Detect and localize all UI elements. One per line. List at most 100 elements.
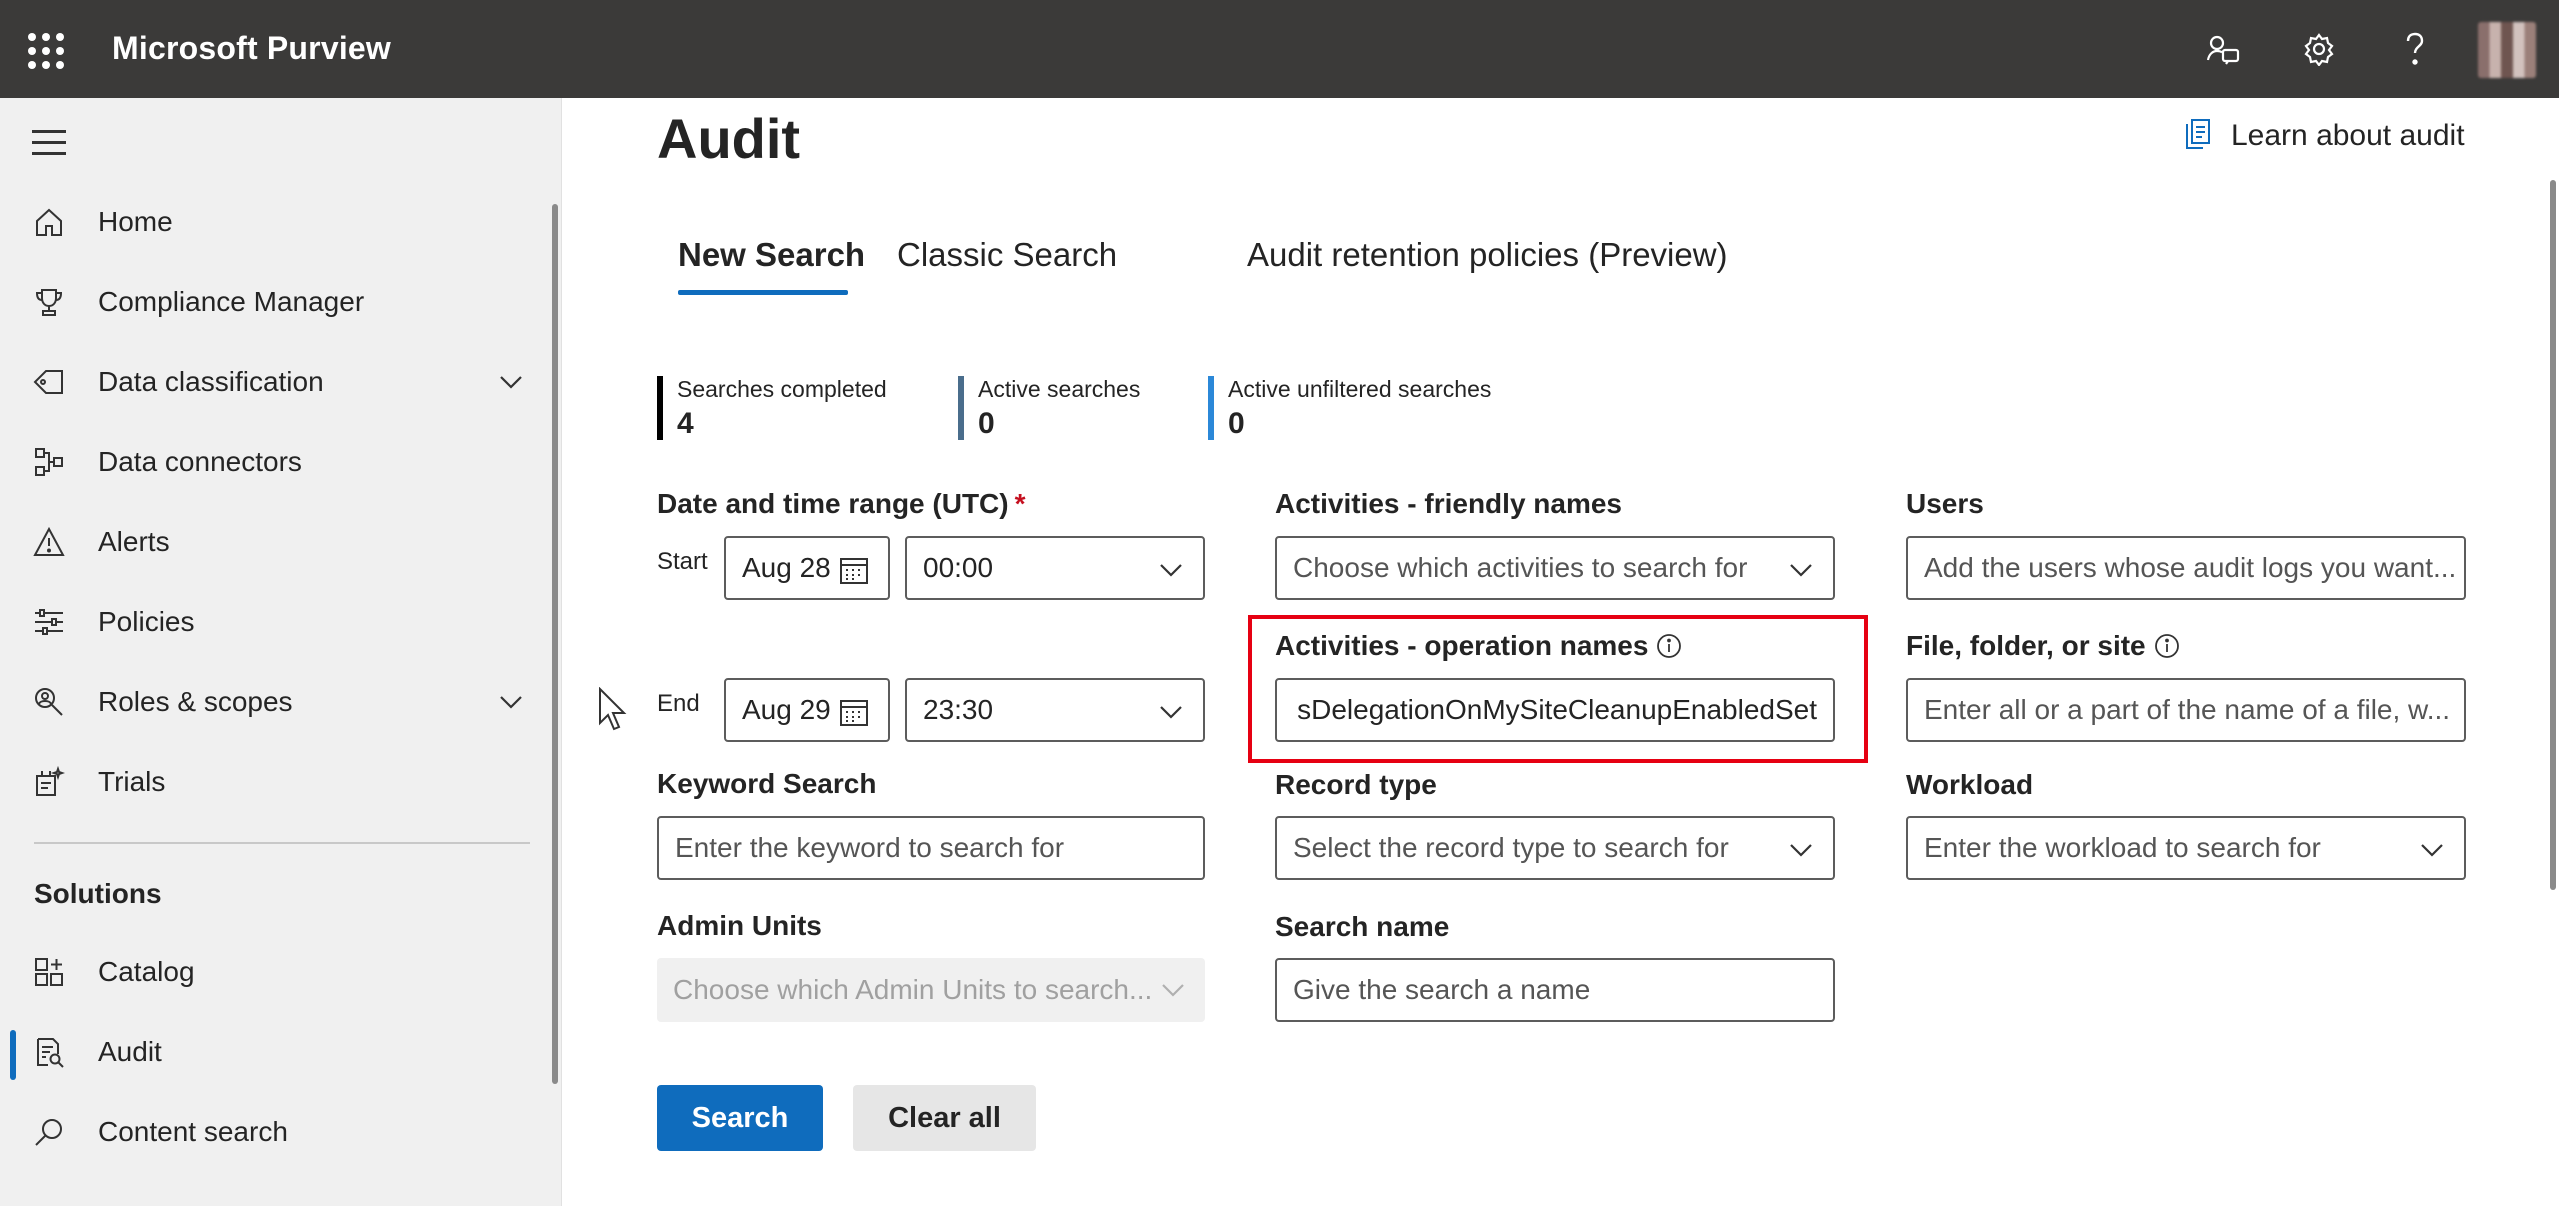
sidebar-item-label: Data classification — [98, 366, 324, 397]
end-time-value: 23:30 — [923, 694, 994, 725]
end-time-dropdown[interactable]: 23:30 — [905, 678, 1205, 742]
sidebar-item-content-search[interactable]: Content search — [0, 1096, 540, 1168]
clear-all-button[interactable]: Clear all — [853, 1085, 1036, 1151]
record-type-dropdown[interactable]: Select the record type to search for — [1275, 816, 1835, 880]
stat-searches-completed: Searches completed 4 — [657, 376, 887, 440]
chevron-down-icon — [1787, 556, 1815, 584]
stat-label: Active unfiltered searches — [1228, 376, 1492, 402]
avatar[interactable] — [2478, 22, 2536, 78]
activities-friendly-label: Activities - friendly names — [1275, 488, 1623, 519]
collapse-menu-icon[interactable] — [32, 130, 66, 156]
community-icon[interactable] — [2200, 26, 2246, 72]
search-button[interactable]: Search — [657, 1085, 823, 1151]
sidebar-item-alerts[interactable]: Alerts — [0, 506, 540, 578]
date-range-label-text: Date and time range (UTC) — [657, 488, 1009, 519]
sidebar-item-data-connectors[interactable]: Data connectors — [0, 426, 540, 498]
end-label: End — [657, 690, 700, 717]
top-bar: Microsoft Purview — [0, 0, 2559, 98]
chevron-down-icon — [2418, 836, 2446, 864]
app-name[interactable]: Microsoft Purview — [112, 30, 391, 67]
chevron-down-icon[interactable] — [496, 687, 526, 717]
file-folder-site-input[interactable]: Enter all or a part of the name of a fil… — [1906, 678, 2466, 742]
app-launcher-icon[interactable] — [28, 33, 64, 69]
sidebar: Home Compliance Manager Data classificat… — [0, 98, 562, 1206]
date-range-label: Date and time range (UTC) * — [657, 488, 1026, 520]
sidebar-item-label: Roles & scopes — [98, 686, 293, 717]
document-copy-icon — [2183, 118, 2217, 154]
calendar-icon[interactable] — [838, 554, 870, 586]
keyword-label: Keyword Search — [657, 768, 877, 799]
calendar-icon[interactable] — [838, 696, 870, 728]
chevron-down-icon[interactable] — [496, 367, 526, 397]
stat-value: 0 — [1228, 407, 1245, 440]
stat-label: Searches completed — [677, 376, 887, 402]
sidebar-item-data-classification[interactable]: Data classification — [0, 346, 540, 418]
info-icon[interactable] — [2154, 633, 2180, 659]
sidebar-item-label: Home — [98, 206, 173, 237]
sidebar-divider — [34, 842, 530, 844]
chevron-down-icon — [1157, 698, 1185, 726]
end-date-picker[interactable]: Aug 29 — [724, 678, 890, 742]
sidebar-item-label: Catalog — [98, 956, 195, 987]
learn-about-audit-label: Learn about audit — [2231, 119, 2465, 152]
sidebar-item-policies[interactable]: Policies — [0, 586, 540, 658]
sidebar-item-label: Trials — [98, 766, 166, 797]
main-scrollbar[interactable] — [2550, 180, 2556, 890]
tab-new-search[interactable]: New Search — [678, 236, 865, 274]
start-date-picker[interactable]: Aug 28 — [724, 536, 890, 600]
page-title: Audit — [657, 107, 801, 170]
search-person-icon — [32, 685, 66, 719]
sidebar-item-home[interactable]: Home — [0, 186, 540, 258]
chevron-down-icon — [1157, 556, 1185, 584]
start-label: Start — [657, 548, 708, 575]
trials-icon — [32, 765, 66, 799]
activities-friendly-placeholder: Choose which activities to search for — [1293, 552, 1748, 583]
tab-classic-search[interactable]: Classic Search — [897, 236, 1117, 274]
search-name-label: Search name — [1275, 911, 1450, 942]
admin-units-placeholder: Choose which Admin Units to search... — [673, 974, 1153, 1005]
required-mark: * — [1014, 488, 1026, 519]
chevron-down-icon — [1159, 976, 1187, 1004]
sidebar-item-compliance-manager[interactable]: Compliance Manager — [0, 266, 540, 338]
record-type-label: Record type — [1275, 769, 1437, 800]
users-input[interactable]: Add the users whose audit logs you want.… — [1906, 536, 2466, 600]
start-time-dropdown[interactable]: 00:00 — [905, 536, 1205, 600]
sidebar-item-audit[interactable]: Audit — [0, 1016, 540, 1088]
file-folder-site-placeholder: Enter all or a part of the name of a fil… — [1924, 694, 2451, 725]
start-date-value: Aug 28 — [742, 552, 831, 583]
keyword-placeholder: Enter the keyword to search for — [675, 832, 1065, 863]
sidebar-item-label: Audit — [98, 1036, 162, 1067]
sidebar-item-label: Compliance Manager — [98, 286, 365, 317]
sidebar-item-catalog[interactable]: Catalog — [0, 936, 540, 1008]
sidebar-item-roles-scopes[interactable]: Roles & scopes — [0, 666, 540, 738]
stat-bar — [1208, 376, 1214, 440]
users-label: Users — [1906, 488, 1984, 519]
admin-units-dropdown: Choose which Admin Units to search... — [657, 958, 1205, 1022]
activities-friendly-dropdown[interactable]: Choose which activities to search for — [1275, 536, 1835, 600]
search-name-input[interactable]: Give the search a name — [1275, 958, 1835, 1022]
start-time-value: 00:00 — [923, 552, 994, 583]
file-folder-site-label-text: File, folder, or site — [1906, 630, 2146, 661]
stat-active-unfiltered-searches: Active unfiltered searches 0 — [1208, 376, 1491, 440]
search-icon — [32, 1115, 66, 1149]
highlight-box — [1248, 615, 1868, 763]
record-type-placeholder: Select the record type to search for — [1293, 832, 1729, 863]
connector-icon — [32, 445, 66, 479]
tag-icon — [32, 365, 66, 399]
sidebar-item-trials[interactable]: Trials — [0, 746, 540, 818]
learn-about-audit-link[interactable]: Learn about audit — [2183, 118, 2465, 154]
keyword-input[interactable]: Enter the keyword to search for — [657, 816, 1205, 880]
sidebar-scrollbar[interactable] — [552, 204, 558, 1084]
file-folder-site-label: File, folder, or site — [1906, 630, 2180, 662]
sidebar-item-label: Policies — [98, 606, 195, 637]
search-name-placeholder: Give the search a name — [1293, 974, 1591, 1005]
workload-dropdown[interactable]: Enter the workload to search for — [1906, 816, 2466, 880]
tab-audit-retention-policies[interactable]: Audit retention policies (Preview) — [1247, 236, 1728, 274]
help-icon[interactable] — [2392, 26, 2438, 72]
workload-placeholder: Enter the workload to search for — [1924, 832, 2321, 863]
audit-icon — [32, 1035, 66, 1069]
settings-icon[interactable] — [2296, 26, 2342, 72]
end-date-value: Aug 29 — [742, 694, 831, 725]
stat-active-searches: Active searches 0 — [958, 376, 1140, 440]
chevron-down-icon — [1787, 836, 1815, 864]
